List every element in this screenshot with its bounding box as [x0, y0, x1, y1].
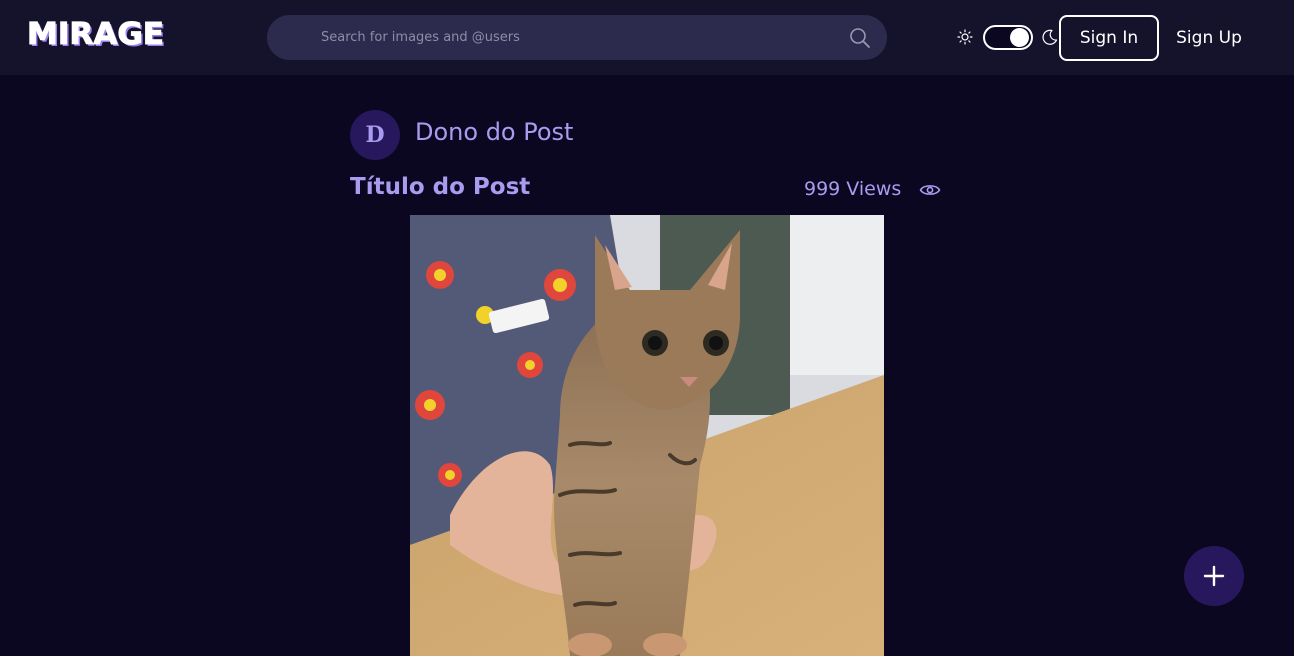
- mirage-logo[interactable]: MIRAGE MIRAGE: [26, 17, 168, 51]
- views-count: 999 Views: [804, 178, 902, 200]
- sign-up-link[interactable]: Sign Up: [1166, 15, 1252, 61]
- moon-icon: [1042, 29, 1058, 45]
- sign-in-button[interactable]: Sign In: [1059, 15, 1159, 61]
- search-icon[interactable]: [848, 26, 872, 50]
- cat-photo: [410, 215, 884, 656]
- sun-icon: [957, 29, 973, 45]
- theme-toggle[interactable]: [983, 25, 1033, 50]
- post-image[interactable]: [410, 215, 884, 656]
- search-input[interactable]: [321, 15, 821, 60]
- search-bar: [267, 15, 887, 60]
- svg-text:MIRAGE: MIRAGE: [27, 17, 164, 51]
- post-owner-name[interactable]: Dono do Post: [415, 118, 573, 146]
- post-title: Título do Post: [350, 174, 531, 200]
- toggle-knob: [1010, 28, 1029, 47]
- owner-avatar[interactable]: D: [350, 110, 400, 160]
- top-navbar: MIRAGE MIRAGE Sign In Sign Up: [0, 0, 1294, 75]
- add-post-button[interactable]: [1184, 546, 1244, 606]
- eye-icon: [919, 185, 941, 195]
- plus-icon: [1203, 565, 1225, 587]
